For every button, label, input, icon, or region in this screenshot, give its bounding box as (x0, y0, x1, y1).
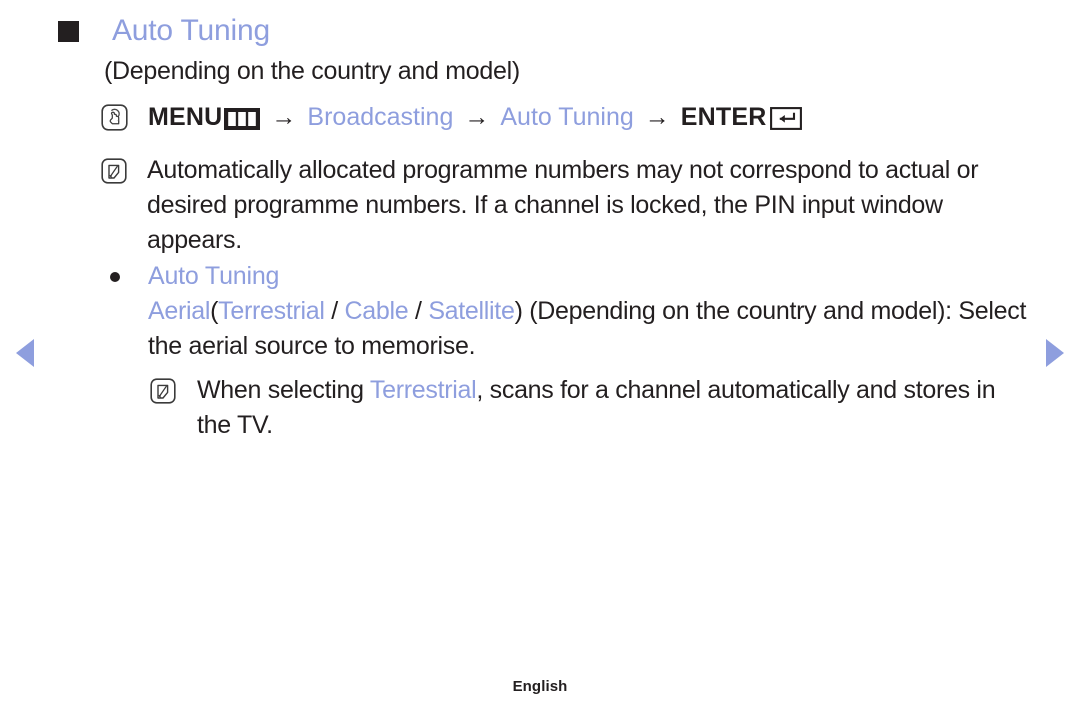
path-arrow-2: → (464, 103, 490, 131)
auto-tuning-section: Auto Tuning Aerial(Terrestrial / Cable /… (110, 259, 1040, 364)
enter-keycap-icon (769, 106, 802, 130)
note-pencil-icon (101, 158, 127, 189)
menu-label: MENU (148, 103, 223, 131)
path-arrow-1: → (271, 103, 297, 131)
path-step-auto-tuning: Auto Tuning (500, 103, 634, 131)
page-subtitle: (Depending on the country and model) (104, 57, 520, 85)
square-bullet-icon (58, 21, 79, 42)
menu-path-line: MENU → Broadcasting → Auto Tuning → ENTE… (101, 101, 802, 133)
page-title-row: Auto Tuning (58, 13, 270, 49)
note-block: Automatically allocated programme number… (101, 153, 1041, 258)
footer-language-label: English (512, 678, 568, 695)
source-satellite: Satellite (428, 297, 515, 325)
depending-note: (Depending on the country and model): (522, 297, 952, 325)
path-step-broadcasting: Broadcasting (307, 103, 454, 131)
enter-label: ENTER (680, 103, 767, 131)
paren-close: ) (514, 297, 523, 325)
manual-page: Auto Tuning (Depending on the country an… (0, 0, 1080, 705)
source-cable: Cable (344, 297, 409, 325)
section-heading-row: Auto Tuning (110, 259, 1040, 293)
menu-keycap-icon (224, 106, 261, 131)
hand-press-icon (101, 103, 128, 131)
path-arrow-3: → (644, 103, 670, 131)
source-terrestrial: Terrestrial (218, 297, 325, 325)
note-text: Automatically allocated programme number… (147, 156, 979, 254)
section-heading: Auto Tuning (148, 262, 280, 290)
next-page-arrow-icon[interactable] (1046, 339, 1064, 367)
previous-page-arrow-icon[interactable] (16, 339, 34, 367)
note-text-before: When selecting (197, 376, 370, 404)
paren-open: ( (210, 297, 219, 325)
note-text: When selecting Terrestrial, scans for a … (197, 373, 1027, 443)
page-title: Auto Tuning (112, 14, 270, 47)
section-body: Aerial(Terrestrial / Cable / Satellite) … (148, 294, 1028, 364)
slash-separator-1: / (324, 297, 345, 325)
note-pencil-icon (150, 378, 176, 409)
note-highlight-terrestrial: Terrestrial (369, 376, 477, 404)
source-aerial: Aerial (148, 297, 211, 325)
note-block: When selecting Terrestrial, scans for a … (150, 373, 1040, 443)
slash-separator-2: / (408, 297, 429, 325)
round-bullet-icon (110, 272, 120, 282)
